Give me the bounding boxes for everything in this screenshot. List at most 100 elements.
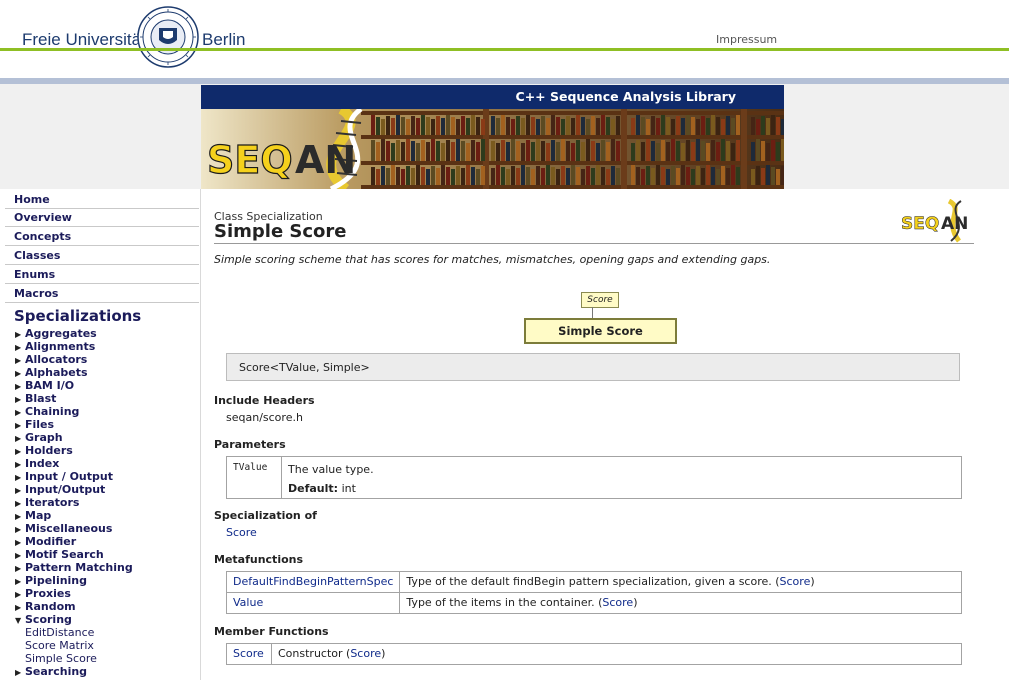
sidebar-category-random[interactable]: ▶ Random xyxy=(15,600,76,614)
sidebar-category-input-output[interactable]: ▶ Input / Output xyxy=(15,470,113,484)
sidebar-category-alphabets[interactable]: ▶ Alphabets xyxy=(15,366,88,380)
banner-title: C++ Sequence Analysis Library xyxy=(201,85,784,109)
sidebar-category-graph[interactable]: ▶ Graph xyxy=(15,431,63,445)
sidebar-category-label: Chaining xyxy=(25,405,80,418)
sidebar-category-label: Alphabets xyxy=(25,366,88,379)
sidebar-subitem-simple-score[interactable]: Simple Score xyxy=(25,652,97,665)
specialization-of-link[interactable]: Score xyxy=(226,526,257,539)
diagram-parent-node[interactable]: Score xyxy=(581,292,619,308)
impressum-link[interactable]: Impressum xyxy=(716,33,777,46)
sidebar-category-label: Input/Output xyxy=(25,483,106,496)
score-link[interactable]: Score xyxy=(602,596,633,609)
triangle-down-icon: ▼ xyxy=(15,616,22,625)
member-functions-heading: Member Functions xyxy=(214,625,329,638)
sidebar-category-label: Motif Search xyxy=(25,548,104,561)
sidebar-category-searching[interactable]: ▶ Searching xyxy=(15,665,87,679)
university-name-right: Berlin xyxy=(202,30,246,49)
seqan-banner: C++ Sequence Analysis Library SEQ AN xyxy=(201,85,784,189)
sidebar-category-motif-search[interactable]: ▶ Motif Search xyxy=(15,548,104,562)
member-function-name-cell: Score xyxy=(226,643,272,665)
member-function-link[interactable]: Score xyxy=(233,647,264,660)
sidebar-category-label: Alignments xyxy=(25,340,96,353)
sidebar-item-macros[interactable]: Macros xyxy=(5,285,199,303)
header-green-line xyxy=(0,48,1009,51)
sidebar-category-holders[interactable]: ▶ Holders xyxy=(15,444,73,458)
member-function-desc-cell: Constructor (Score) xyxy=(271,643,962,665)
sidebar-category-label: Graph xyxy=(25,431,63,444)
sidebar-category-miscellaneous[interactable]: ▶ Miscellaneous xyxy=(15,522,112,536)
parameters-table: TValue The value type. Default: int xyxy=(226,456,962,499)
metafunction-name-cell: Value xyxy=(225,592,401,614)
university-seal-icon xyxy=(137,6,199,68)
sidebar-category-scoring[interactable]: ▼ Scoring xyxy=(15,613,72,627)
sidebar-item-enums[interactable]: Enums xyxy=(5,266,199,284)
sidebar-category-label: Pattern Matching xyxy=(25,561,133,574)
university-name-left: Freie Universität xyxy=(22,30,146,49)
sidebar-category-blast[interactable]: ▶ Blast xyxy=(15,392,56,406)
sidebar-category-label: Modifier xyxy=(25,535,77,548)
class-description: Simple scoring scheme that has scores fo… xyxy=(214,253,771,266)
page: Freie Universität Berlin Impressum C++ S… xyxy=(0,0,1009,680)
sidebar-category-chaining[interactable]: ▶ Chaining xyxy=(15,405,79,419)
sidebar-category-label: Scoring xyxy=(25,613,72,626)
score-link[interactable]: Score xyxy=(780,575,811,588)
metafunctions-table: DefaultFindBeginPatternSpec Type of the … xyxy=(225,571,962,614)
metafunctions-heading: Metafunctions xyxy=(214,553,304,566)
sidebar-category-pipelining[interactable]: ▶ Pipelining xyxy=(15,574,87,588)
svg-text:SEQ: SEQ xyxy=(207,138,293,182)
sidebar-category-label: Aggregates xyxy=(25,327,97,340)
table-row: DefaultFindBeginPatternSpec Type of the … xyxy=(225,571,962,593)
score-link[interactable]: Score xyxy=(350,647,381,660)
sidebar-category-modifier[interactable]: ▶ Modifier xyxy=(15,535,76,549)
metafunction-desc-cell: Type of the items in the container. (Sco… xyxy=(399,592,962,614)
sidebar-category-label: Holders xyxy=(25,444,73,457)
parameter-desc-text: The value type. xyxy=(288,463,374,476)
sidebar-category-proxies[interactable]: ▶ Proxies xyxy=(15,587,71,601)
seqan-logo-icon: SEQ AN xyxy=(901,199,968,243)
metafunction-name-cell: DefaultFindBeginPatternSpec xyxy=(225,571,401,593)
include-header-value: seqan/score.h xyxy=(226,411,303,424)
sidebar-category-allocators[interactable]: ▶ Allocators xyxy=(15,353,87,367)
sidebar-item-overview[interactable]: Overview xyxy=(5,209,199,227)
sidebar-category-label: Map xyxy=(25,509,52,522)
sidebar-category-files[interactable]: ▶ Files xyxy=(15,418,54,432)
svg-text:AN: AN xyxy=(941,214,968,234)
svg-text:AN: AN xyxy=(295,138,356,182)
member-functions-table: Score Constructor (Score) xyxy=(226,643,962,665)
sidebar-category-alignments[interactable]: ▶ Alignments xyxy=(15,340,95,354)
table-row: Score Constructor (Score) xyxy=(226,643,962,665)
title-divider xyxy=(214,243,974,244)
library-bookshelf-banner-image: SEQ AN xyxy=(201,109,784,189)
triangle-right-icon: ▶ xyxy=(15,668,22,677)
table-row: Value Type of the items in the container… xyxy=(225,592,962,614)
sidebar-category-bam-i-o[interactable]: ▶ BAM I/O xyxy=(15,379,74,393)
metafunction-link[interactable]: Value xyxy=(233,596,263,609)
sidebar-item-home[interactable]: Home xyxy=(5,191,199,209)
sidebar-category-input-output[interactable]: ▶ Input/Output xyxy=(15,483,105,497)
sidebar-category-label: Pipelining xyxy=(25,574,88,587)
parameter-name: TValue xyxy=(226,456,282,499)
sidebar-category-label: Random xyxy=(25,600,76,613)
parameter-default: Default: int xyxy=(288,482,356,495)
class-signature: Score<TValue, Simple> xyxy=(226,353,960,381)
book-spines-icon xyxy=(371,115,784,185)
sidebar-category-map[interactable]: ▶ Map xyxy=(15,509,51,523)
sidebar-category-iterators[interactable]: ▶ Iterators xyxy=(15,496,79,510)
page-title: Simple Score xyxy=(214,221,347,242)
sidebar-subitem-score-matrix[interactable]: Score Matrix xyxy=(25,639,94,652)
sidebar-category-label: Proxies xyxy=(25,587,71,600)
svg-text:SEQ: SEQ xyxy=(901,214,939,234)
sidebar-subitem-editdistance[interactable]: EditDistance xyxy=(25,626,94,639)
sidebar-item-classes[interactable]: Classes xyxy=(5,247,199,265)
sidebar-category-label: Allocators xyxy=(25,353,88,366)
sidebar-item-concepts[interactable]: Concepts xyxy=(5,228,199,246)
sidebar-category-pattern-matching[interactable]: ▶ Pattern Matching xyxy=(15,561,133,575)
sidebar-category-label: Iterators xyxy=(25,496,80,509)
metafunction-link[interactable]: DefaultFindBeginPatternSpec xyxy=(233,575,393,588)
main-content: Class Specialization Simple Score SEQ AN… xyxy=(201,189,1009,680)
sidebar-category-aggregates[interactable]: ▶ Aggregates xyxy=(15,327,97,341)
sidebar-category-label: Files xyxy=(25,418,55,431)
sidebar-category-index[interactable]: ▶ Index xyxy=(15,457,59,471)
sidebar-category-label: Miscellaneous xyxy=(25,522,113,535)
parameters-heading: Parameters xyxy=(214,438,286,451)
